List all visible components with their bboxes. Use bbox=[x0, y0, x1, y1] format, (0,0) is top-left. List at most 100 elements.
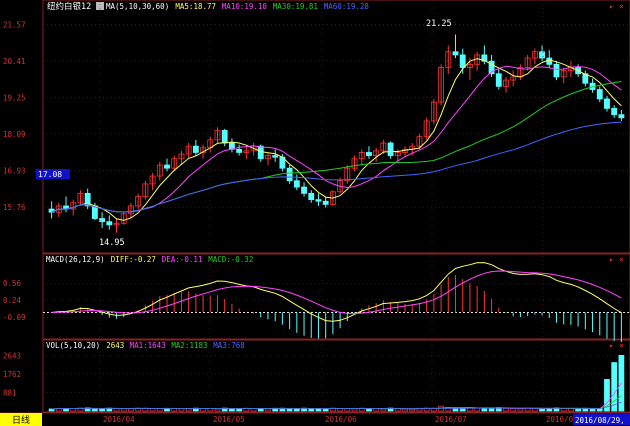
candle-body bbox=[604, 98, 610, 109]
candle-body bbox=[301, 186, 307, 194]
macd-panel-arrow-icon[interactable]: ▸ bbox=[609, 255, 614, 264]
x-tick-label: 2016/06 bbox=[325, 415, 357, 424]
ma10-line bbox=[51, 65, 622, 213]
x-tick-label: 2016/07 bbox=[435, 415, 467, 424]
candle-body bbox=[539, 51, 545, 59]
volume-bar bbox=[214, 408, 221, 412]
candle-body bbox=[91, 205, 98, 219]
volume-ma-line bbox=[51, 395, 622, 410]
ma60-line bbox=[51, 121, 622, 213]
legend-item: VOL(5,10,20) bbox=[46, 341, 100, 350]
volume-bar bbox=[99, 408, 105, 412]
volume-plot bbox=[48, 354, 625, 412]
price-tick-label: 21.57 bbox=[3, 20, 26, 29]
candle-body bbox=[387, 142, 394, 157]
legend-item: MACD:-0.32 bbox=[208, 255, 253, 264]
volume-bar bbox=[539, 408, 545, 412]
volume-legend: VOL(5,10,20) 2643 MA1:1643 MA2:1183 MA3:768 bbox=[46, 341, 245, 350]
candle-body bbox=[192, 145, 199, 153]
volume-bar bbox=[380, 408, 387, 412]
volume-bar bbox=[503, 407, 509, 412]
macd-tick-label: 0.24 bbox=[3, 296, 22, 305]
kline-chart-canvas: 纽约白银12 MA(5,10,30,60) MA5:18.77 MA10:19.10… bbox=[0, 0, 630, 426]
candle-body bbox=[164, 164, 170, 169]
volume-tick-label: 881 bbox=[3, 388, 17, 397]
volume-bar bbox=[373, 408, 380, 412]
volume-bar bbox=[293, 408, 300, 412]
macd-tick-label: 0.56 bbox=[3, 279, 22, 288]
candle-body bbox=[293, 180, 300, 188]
volume-bar bbox=[366, 408, 372, 412]
volume-bar bbox=[322, 408, 329, 412]
legend-item: MA3:768 bbox=[213, 341, 245, 350]
date-x-axis: 2016/04 2016/05 2016/06 2016/07 2016/08 bbox=[99, 0, 578, 424]
volume-y-axis: 2643 1762 881 bbox=[3, 351, 630, 397]
legend-item: MACD(26,12,9) bbox=[46, 255, 105, 264]
legend-item: MA10:19.10 bbox=[222, 2, 268, 11]
candle-body bbox=[495, 73, 502, 87]
candle-body bbox=[611, 108, 618, 116]
legend-item: MA30:19.81 bbox=[273, 2, 318, 11]
macd-y-axis: 0.56 0.24 -0.09 bbox=[3, 279, 630, 322]
volume-bar bbox=[70, 408, 77, 412]
volume-bar bbox=[128, 408, 134, 412]
high-annotation: 21.25 bbox=[426, 19, 452, 29]
ma30-line bbox=[51, 81, 622, 213]
volume-bar bbox=[265, 408, 271, 412]
price-panel-close-icon[interactable]: ▸ bbox=[609, 2, 614, 11]
volume-tick-label: 2643 bbox=[3, 351, 21, 360]
candle-body bbox=[221, 130, 228, 144]
volume-panel-close-icon[interactable]: × bbox=[619, 341, 624, 350]
volume-bar bbox=[236, 408, 243, 412]
candle-body bbox=[272, 155, 279, 158]
volume-bar bbox=[488, 408, 495, 412]
macd-panel-frame bbox=[42, 253, 630, 340]
legend-item: MA5:18.77 bbox=[175, 2, 216, 11]
volume-panel-frame bbox=[42, 339, 630, 413]
price-panel-close-icon[interactable]: × bbox=[619, 2, 624, 11]
price-y-axis: 21.57 20.41 19.25 18.09 16.93 15.76 bbox=[3, 20, 630, 212]
candle-body bbox=[322, 200, 329, 205]
candle-body bbox=[452, 51, 459, 56]
price-legend: MA(5,10,30,60) MA5:18.77 MA10:19.10 MA30:19… bbox=[106, 2, 369, 11]
candle-body bbox=[236, 148, 243, 153]
price-tick-label: 19.25 bbox=[3, 93, 26, 102]
legend-item: 2643 bbox=[106, 341, 124, 350]
volume-bar bbox=[315, 408, 322, 412]
current-price-tag: 17.08 bbox=[38, 170, 62, 179]
volume-bar bbox=[156, 408, 163, 412]
volume-tick-label: 1762 bbox=[3, 370, 21, 379]
candle-body bbox=[308, 192, 315, 201]
price-tick-label: 18.09 bbox=[3, 130, 26, 139]
low-annotation: 14.95 bbox=[99, 238, 125, 248]
price-tick-label: 15.76 bbox=[3, 203, 26, 212]
legend-item: DIFF:-0.27 bbox=[111, 255, 156, 264]
candle-body bbox=[596, 89, 603, 100]
candle-body bbox=[618, 114, 625, 119]
volume-bar bbox=[185, 408, 192, 412]
candle-body bbox=[315, 199, 322, 202]
volume-ma-line bbox=[51, 382, 622, 410]
volume-bar bbox=[546, 408, 553, 412]
candle-body bbox=[553, 63, 560, 78]
candle-body bbox=[286, 167, 293, 182]
x-tick-label: 2016/04 bbox=[103, 415, 135, 424]
candle-body bbox=[106, 221, 113, 226]
volume-bar bbox=[568, 408, 574, 412]
volume-bar bbox=[510, 408, 517, 412]
volume-bar bbox=[207, 408, 214, 412]
candle-body bbox=[99, 218, 106, 223]
macd-panel-close-icon[interactable]: × bbox=[619, 255, 624, 264]
period-tab[interactable]: 日线 bbox=[12, 414, 30, 426]
legend-item: MA60:19.28 bbox=[324, 2, 370, 11]
candle-body bbox=[366, 152, 372, 157]
price-tick-label: 20.41 bbox=[3, 57, 26, 66]
volume-bar bbox=[120, 408, 127, 412]
instrument-title: 纽约白银12 bbox=[47, 1, 91, 12]
volume-bar bbox=[409, 408, 416, 412]
volume-bar bbox=[517, 408, 524, 412]
volume-panel-arrow-icon[interactable]: ▸ bbox=[609, 341, 614, 350]
candle-body bbox=[459, 54, 466, 68]
macd-tick-label: -0.09 bbox=[3, 313, 26, 322]
volume-bar bbox=[402, 408, 408, 412]
